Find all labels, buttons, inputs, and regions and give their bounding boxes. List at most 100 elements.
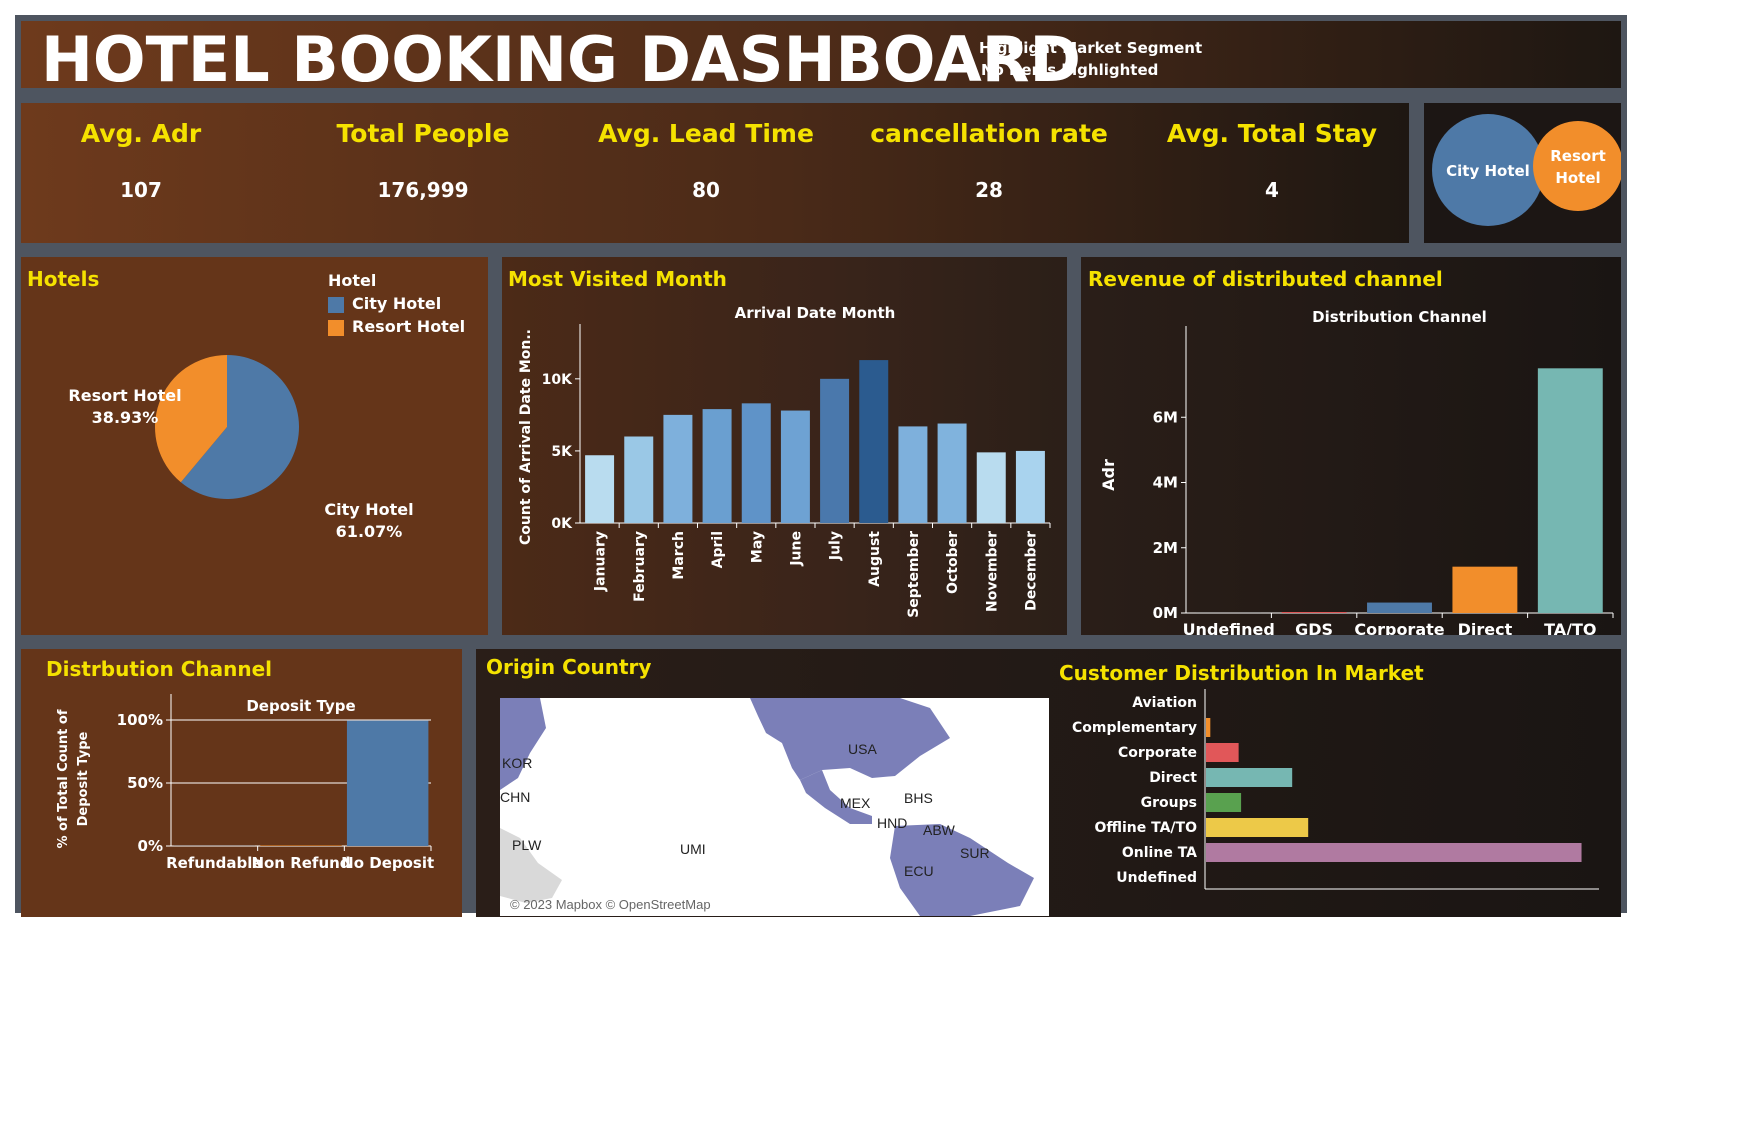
hotel-selector-panel: City Hotel Resort Hotel bbox=[1424, 103, 1623, 243]
bar-november[interactable] bbox=[976, 452, 1006, 523]
kpi-value: 80 bbox=[692, 178, 720, 202]
month-panel: Most Visited Month 0K 5K 10K January Februar… bbox=[502, 257, 1067, 635]
map-region-usa bbox=[750, 698, 950, 780]
bar-february[interactable] bbox=[624, 436, 654, 524]
chart-title: Arrival Date Month bbox=[735, 304, 896, 322]
highlight-title: Highlight Market Segment bbox=[979, 39, 1203, 57]
bar-may[interactable] bbox=[741, 403, 771, 523]
bar-corporate[interactable] bbox=[1367, 602, 1432, 613]
chart-title: Deposit Type bbox=[246, 697, 355, 715]
map-label: ECU bbox=[904, 863, 934, 879]
y-axis-label: % of Total Count of bbox=[56, 709, 71, 848]
bar-september[interactable] bbox=[898, 426, 928, 523]
category-label: Online TA bbox=[1122, 845, 1197, 861]
bar-january[interactable] bbox=[585, 455, 615, 523]
kpi-total-people: Total People 176,999 bbox=[283, 119, 563, 202]
resort-hotel-button-label: Hotel bbox=[1555, 169, 1600, 187]
x-tick-label: Refundable bbox=[166, 854, 263, 872]
month-bar-chart: 0K 5K 10K January February March April May June J… bbox=[518, 304, 1051, 618]
map-region-asia bbox=[500, 698, 546, 790]
category-label: Offline TA/TO bbox=[1094, 820, 1197, 836]
y-tick-label: 50% bbox=[127, 774, 163, 792]
dashboard: HOTEL BOOKING DASHBOARD Highlight Market… bbox=[15, 15, 1627, 917]
map-label: UMI bbox=[680, 841, 706, 857]
x-tick-label: April bbox=[710, 531, 726, 568]
bar-offline-ta-to[interactable] bbox=[1206, 818, 1309, 837]
kpi-label: Avg. Lead Time bbox=[598, 119, 814, 148]
kpi-cancellation-rate: cancellation rate 28 bbox=[849, 119, 1129, 202]
pie-label-city-name: City Hotel bbox=[324, 500, 413, 519]
kpi-label: Avg. Adr bbox=[80, 119, 202, 148]
bar-ta-to[interactable] bbox=[1537, 368, 1603, 613]
bar-complementary[interactable] bbox=[1206, 718, 1211, 737]
hotel-selector-svg: City Hotel Resort Hotel bbox=[1432, 114, 1623, 226]
deposit-panel: Distrbution Channel 0% 50% 100% Refundable N… bbox=[21, 649, 462, 917]
map-label: CHN bbox=[500, 789, 530, 805]
x-tick-label: July bbox=[828, 531, 844, 561]
map-label: BHS bbox=[904, 790, 933, 806]
y-tick-label: 10K bbox=[542, 372, 573, 388]
y-tick-label: 100% bbox=[117, 711, 163, 729]
bar-online-ta[interactable] bbox=[1206, 843, 1582, 862]
y-axis-label: Adr bbox=[1099, 459, 1118, 491]
category-label: Direct bbox=[1149, 770, 1197, 786]
x-tick-label: June bbox=[788, 531, 804, 567]
bar-december[interactable] bbox=[1015, 450, 1045, 523]
bar-direct[interactable] bbox=[1452, 566, 1518, 613]
x-tick-label: May bbox=[749, 531, 765, 563]
bar-gds[interactable] bbox=[1281, 612, 1347, 613]
x-tick-label: Non Refund bbox=[251, 854, 350, 872]
deposit-bar-chart: 0% 50% 100% RefundableNon RefundNo Deposit D… bbox=[56, 694, 434, 872]
hotels-panel: Hotels Hotel City Hotel Resort Hotel Res… bbox=[21, 257, 488, 635]
bar-no-deposit[interactable] bbox=[346, 720, 429, 846]
y-tick-label: 5K bbox=[551, 444, 573, 460]
map-label: KOR bbox=[502, 755, 532, 771]
kpi-label: Total People bbox=[336, 119, 510, 148]
header-panel: HOTEL BOOKING DASHBOARD Highlight Market… bbox=[21, 21, 1621, 96]
hotels-pie-chart: Resort Hotel 38.93% City Hotel 61.07% bbox=[68, 355, 414, 541]
y-tick-label: 6M bbox=[1153, 408, 1178, 426]
map-svg: USA MEX BHS HND ABW SUR ECU UMI PLW KOR … bbox=[500, 698, 1034, 916]
bar-direct[interactable] bbox=[1206, 768, 1293, 787]
category-label: Complementary bbox=[1072, 720, 1197, 736]
kpi-label: Avg. Total Stay bbox=[1166, 119, 1378, 148]
category-label: Undefined bbox=[1116, 870, 1197, 886]
origin-country-map[interactable]: USA MEX BHS HND ABW SUR ECU UMI PLW KOR … bbox=[500, 698, 1049, 916]
bar-july[interactable] bbox=[820, 378, 850, 523]
kpi-value: 28 bbox=[975, 178, 1003, 202]
x-tick-label: Direct bbox=[1458, 620, 1513, 635]
y-tick-label: 2M bbox=[1153, 539, 1178, 557]
x-tick-label: October bbox=[945, 531, 961, 594]
x-tick-label: September bbox=[906, 531, 922, 618]
map-label: PLW bbox=[512, 837, 542, 853]
map-label: HND bbox=[877, 815, 907, 831]
bar-corporate[interactable] bbox=[1206, 743, 1239, 762]
x-tick-label: November bbox=[984, 531, 1000, 612]
x-tick-label: March bbox=[671, 531, 687, 580]
x-tick-label: Undefined bbox=[1183, 620, 1275, 635]
map-attribution: © 2023 Mapbox © OpenStreetMap bbox=[510, 897, 711, 912]
x-tick-label: August bbox=[867, 531, 883, 587]
map-label: MEX bbox=[840, 795, 871, 811]
kpi-value: 176,999 bbox=[377, 178, 469, 202]
highlight-value[interactable]: No items highlighted bbox=[981, 61, 1158, 79]
revenue-bar-chart: 0M 2M 4M 6M Undefined GDS Corporate Direct TA/TO… bbox=[1099, 308, 1614, 635]
resort-hotel-button[interactable] bbox=[1533, 121, 1623, 211]
chart-title: Distribution Channel bbox=[1312, 308, 1487, 326]
bar-april[interactable] bbox=[702, 409, 732, 523]
revenue-panel: Revenue of distributed channel 0M 2M 4M 6M U… bbox=[1081, 257, 1621, 635]
bar-october[interactable] bbox=[937, 423, 967, 523]
y-tick-label: 0K bbox=[551, 516, 573, 532]
kpi-label: cancellation rate bbox=[870, 119, 1108, 148]
kpi-value: 107 bbox=[120, 178, 162, 202]
bar-march[interactable] bbox=[663, 414, 693, 523]
y-tick-label: 4M bbox=[1153, 474, 1178, 492]
x-tick-label: GDS bbox=[1295, 620, 1333, 635]
bar-june[interactable] bbox=[780, 410, 810, 523]
bar-non-refund[interactable] bbox=[260, 845, 342, 846]
x-tick-label: TA/TO bbox=[1544, 620, 1596, 635]
bar-august[interactable] bbox=[859, 360, 889, 523]
city-hotel-button-label: City Hotel bbox=[1446, 162, 1530, 180]
kpi-panel: Avg. Adr 107 Total People 176,999 Avg. L… bbox=[21, 103, 1409, 243]
bar-groups[interactable] bbox=[1206, 793, 1242, 812]
